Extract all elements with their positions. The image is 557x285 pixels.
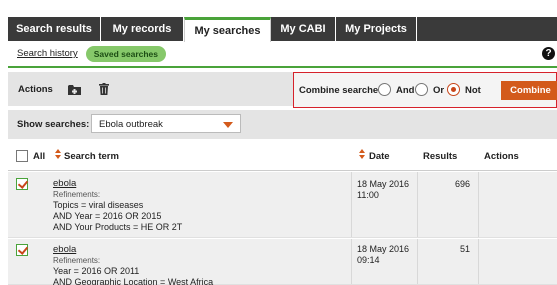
- refinement-line: AND Geographic Location = West Africa: [53, 277, 214, 285]
- combine-searches-panel: Combine searches And Or Not Combine: [293, 72, 557, 108]
- saved-searches-pill[interactable]: Saved searches: [85, 45, 167, 62]
- table-row: ebola Refinements: Year = 2016 OR 2011 A…: [8, 239, 557, 285]
- trash-icon[interactable]: [90, 77, 118, 101]
- sort-date-icon[interactable]: [359, 149, 365, 161]
- main-tabs: Search results My records My searches My…: [8, 17, 417, 42]
- column-divider: [478, 172, 479, 237]
- help-icon[interactable]: ?: [542, 47, 555, 60]
- radio-and[interactable]: [378, 83, 391, 96]
- search-term-link[interactable]: ebola: [53, 244, 343, 255]
- actions-bar: Actions Combine searches And Or Not Comb…: [8, 72, 557, 108]
- header-all: All: [33, 151, 46, 162]
- row-results: 51: [459, 244, 470, 254]
- refinement-line: Year = 2016 OR 2011: [53, 266, 140, 276]
- row-checkbox[interactable]: [16, 244, 28, 256]
- header-results: Results: [423, 151, 458, 162]
- sort-term-icon[interactable]: [55, 149, 61, 161]
- column-divider: [351, 239, 352, 284]
- tab-my-projects[interactable]: My Projects: [336, 17, 417, 41]
- radio-not-label: Not: [465, 85, 481, 96]
- table-header: All Search term Date Results Actions: [8, 141, 557, 171]
- refinement-line: Topics = viral diseases: [53, 200, 144, 210]
- combine-button[interactable]: Combine: [501, 81, 557, 100]
- column-divider: [417, 172, 418, 237]
- radio-not[interactable]: [447, 83, 460, 96]
- radio-and-label: And: [396, 85, 415, 96]
- tab-my-searches[interactable]: My searches: [184, 17, 271, 42]
- search-term-link[interactable]: ebola: [53, 178, 343, 189]
- refinements-label: Refinements:: [53, 256, 101, 265]
- search-history-link[interactable]: Search history: [17, 48, 78, 59]
- row-date: 18 May 2016: [357, 179, 410, 189]
- refinement-line: AND Your Products = HE OR 2T: [53, 222, 183, 232]
- tab-bar-filler: [417, 17, 557, 41]
- sub-navigation: Search history Saved searches ?: [8, 41, 557, 68]
- folder-add-icon[interactable]: [60, 77, 88, 101]
- tab-my-records[interactable]: My records: [101, 17, 184, 41]
- table-row: ebola Refinements: Topics = viral diseas…: [8, 172, 557, 238]
- row-time: 11:00: [357, 190, 379, 200]
- show-searches-select[interactable]: Ebola outbreak: [91, 114, 241, 133]
- row-time: 09:14: [357, 255, 380, 265]
- chevron-down-icon: [223, 122, 233, 128]
- radio-or[interactable]: [415, 83, 428, 96]
- tab-my-cabi[interactable]: My CABI: [271, 17, 336, 41]
- radio-or-label: Or: [433, 85, 445, 96]
- header-date[interactable]: Date: [369, 151, 390, 162]
- header-search-term[interactable]: Search term: [64, 151, 119, 162]
- select-all-checkbox[interactable]: [16, 150, 28, 162]
- show-searches-label: Show searches:: [17, 119, 90, 130]
- column-divider: [351, 172, 352, 237]
- column-divider: [417, 239, 418, 284]
- show-searches-bar: Show searches: Ebola outbreak: [8, 110, 557, 139]
- actions-label: Actions: [18, 84, 53, 95]
- tab-search-results[interactable]: Search results: [8, 17, 101, 41]
- header-actions: Actions: [484, 151, 519, 162]
- row-checkbox[interactable]: [16, 178, 28, 190]
- column-divider: [478, 239, 479, 284]
- show-searches-value: Ebola outbreak: [99, 119, 163, 130]
- row-date: 18 May 2016: [357, 244, 410, 254]
- row-results: 696: [454, 179, 470, 189]
- refinements-label: Refinements:: [53, 190, 101, 199]
- combine-searches-label: Combine searches: [299, 85, 384, 96]
- refinement-line: AND Year = 2016 OR 2015: [53, 211, 162, 221]
